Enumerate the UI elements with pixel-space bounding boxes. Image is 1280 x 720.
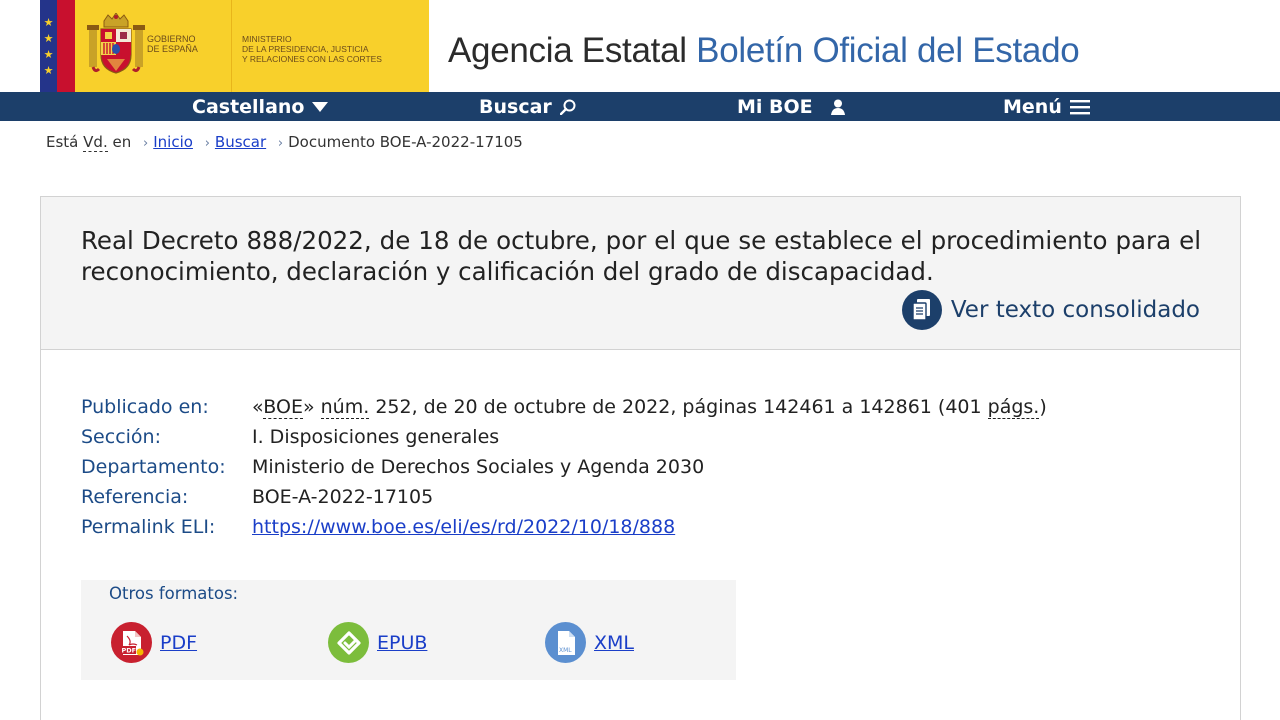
other-formats-title: Otros formatos: [109, 584, 239, 603]
nav-miboe-button[interactable]: Mi BOE [737, 92, 845, 121]
meta-value-department: Ministerio de Derechos Sociales y Agenda… [252, 456, 705, 478]
abbreviation: BOE [263, 396, 303, 419]
permalink-eli-link[interactable]: https://www.boe.es/eli/es/rd/2022/10/18/… [252, 516, 675, 538]
abbreviation: núm. [320, 396, 370, 419]
menu-label: Menú [1003, 95, 1062, 118]
meta-row-section: Sección: I. Disposiciones generales [81, 422, 1047, 452]
meta-label: Sección: [81, 426, 161, 448]
svg-text:PDF: PDF [121, 646, 136, 654]
search-label: Buscar [479, 95, 552, 118]
main-nav: Castellano Buscar Mi BOE Menú [0, 92, 1280, 121]
epub-icon [328, 622, 369, 663]
breadcrumb-link-inicio[interactable]: Inicio [153, 133, 193, 151]
pdf-icon: PDF [111, 622, 152, 663]
meta-label: Departamento: [81, 456, 226, 478]
format-xml[interactable]: XML XML [545, 622, 634, 663]
ministry-name: Ministerio de la Presidencia, Justicia y… [242, 34, 382, 64]
eu-flag: ★ ★ ★ ★ [40, 0, 57, 92]
eu-star-icon: ★ [43, 63, 54, 77]
other-formats-panel: Otros formatos: PDF PDF EPUB XML XML [81, 580, 736, 680]
logo-divider [231, 0, 232, 92]
format-pdf-link[interactable]: PDF [160, 632, 197, 654]
meta-value-reference: BOE-A-2022-17105 [252, 486, 434, 508]
spain-flag-stripe [57, 0, 75, 92]
document-title: Real Decreto 888/2022, de 18 de octubre,… [81, 226, 1201, 286]
format-xml-link[interactable]: XML [594, 632, 634, 654]
meta-value-section: I. Disposiciones generales [252, 426, 500, 448]
document-metadata: Publicado en: «BOE» núm. 252, de 20 de o… [81, 392, 1047, 542]
site-title[interactable]: Agencia Estatal Boletín Oficial del Esta… [448, 29, 1080, 73]
meta-row-permalink: Permalink ELI: https://www.boe.es/eli/es… [81, 512, 1047, 542]
chevron-right-icon: › [277, 136, 284, 151]
eu-star-icon: ★ [43, 47, 54, 61]
document-card: Real Decreto 888/2022, de 18 de octubre,… [40, 196, 1241, 720]
user-icon [830, 99, 845, 115]
xml-icon: XML [545, 622, 586, 663]
eu-star-icon: ★ [43, 15, 54, 29]
eu-star-icon: ★ [43, 31, 54, 45]
meta-row-department: Departamento: Ministerio de Derechos Soc… [81, 452, 1047, 482]
consolidated-text-label: Ver texto consolidado [950, 297, 1200, 323]
hamburger-icon [1069, 99, 1090, 115]
miboe-label: Mi BOE [737, 95, 813, 118]
nav-menu-button[interactable]: Menú [1003, 92, 1090, 121]
language-selector[interactable]: Castellano [192, 92, 329, 121]
site-title-accent: Boletín Oficial del Estado [696, 31, 1080, 70]
breadcrumb-link-buscar[interactable]: Buscar [215, 133, 266, 151]
abbreviation: Vd. [83, 133, 108, 152]
meta-label: Publicado en: [81, 396, 209, 418]
meta-row-reference: Referencia: BOE-A-2022-17105 [81, 482, 1047, 512]
meta-value-published: «BOE» núm. 252, de 20 de octubre de 2022… [252, 396, 1047, 419]
consolidated-text-link[interactable]: Ver texto consolidado [901, 290, 1200, 330]
breadcrumb: Está Vd. en › Inicio › Buscar › Documento B… [46, 133, 523, 152]
chevron-right-icon: › [143, 136, 149, 151]
format-epub[interactable]: EPUB [328, 622, 427, 663]
government-logo-block[interactable]: ★ ★ ★ ★ GOBIERNO DE ESPAÑA MINISTERIO DE… [40, 0, 429, 92]
document-header: Real Decreto 888/2022, de 18 de octubre,… [41, 197, 1240, 350]
format-pdf[interactable]: PDF PDF [111, 622, 197, 663]
coat-of-arms-icon [85, 0, 147, 92]
site-title-prefix: Agencia Estatal [448, 31, 687, 70]
chevron-right-icon: › [204, 136, 210, 151]
language-label: Castellano [192, 95, 305, 118]
abbreviation: págs. [987, 396, 1040, 419]
document-copy-icon [901, 290, 942, 330]
search-icon [559, 99, 576, 115]
meta-label: Permalink ELI: [81, 516, 216, 538]
nav-search-button[interactable]: Buscar [479, 92, 576, 121]
svg-text:XML: XML [559, 647, 572, 654]
government-name: Gobierno de España [147, 34, 198, 54]
meta-label: Referencia: [81, 486, 189, 508]
meta-row-published: Publicado en: «BOE» núm. 252, de 20 de o… [81, 392, 1047, 422]
format-epub-link[interactable]: EPUB [377, 632, 427, 654]
caret-down-icon [312, 101, 329, 112]
breadcrumb-current: Documento BOE-A-2022-17105 [288, 133, 523, 151]
site-header: ★ ★ ★ ★ GOBIERNO DE ESPAÑA MINISTERIO DE… [0, 0, 1280, 92]
